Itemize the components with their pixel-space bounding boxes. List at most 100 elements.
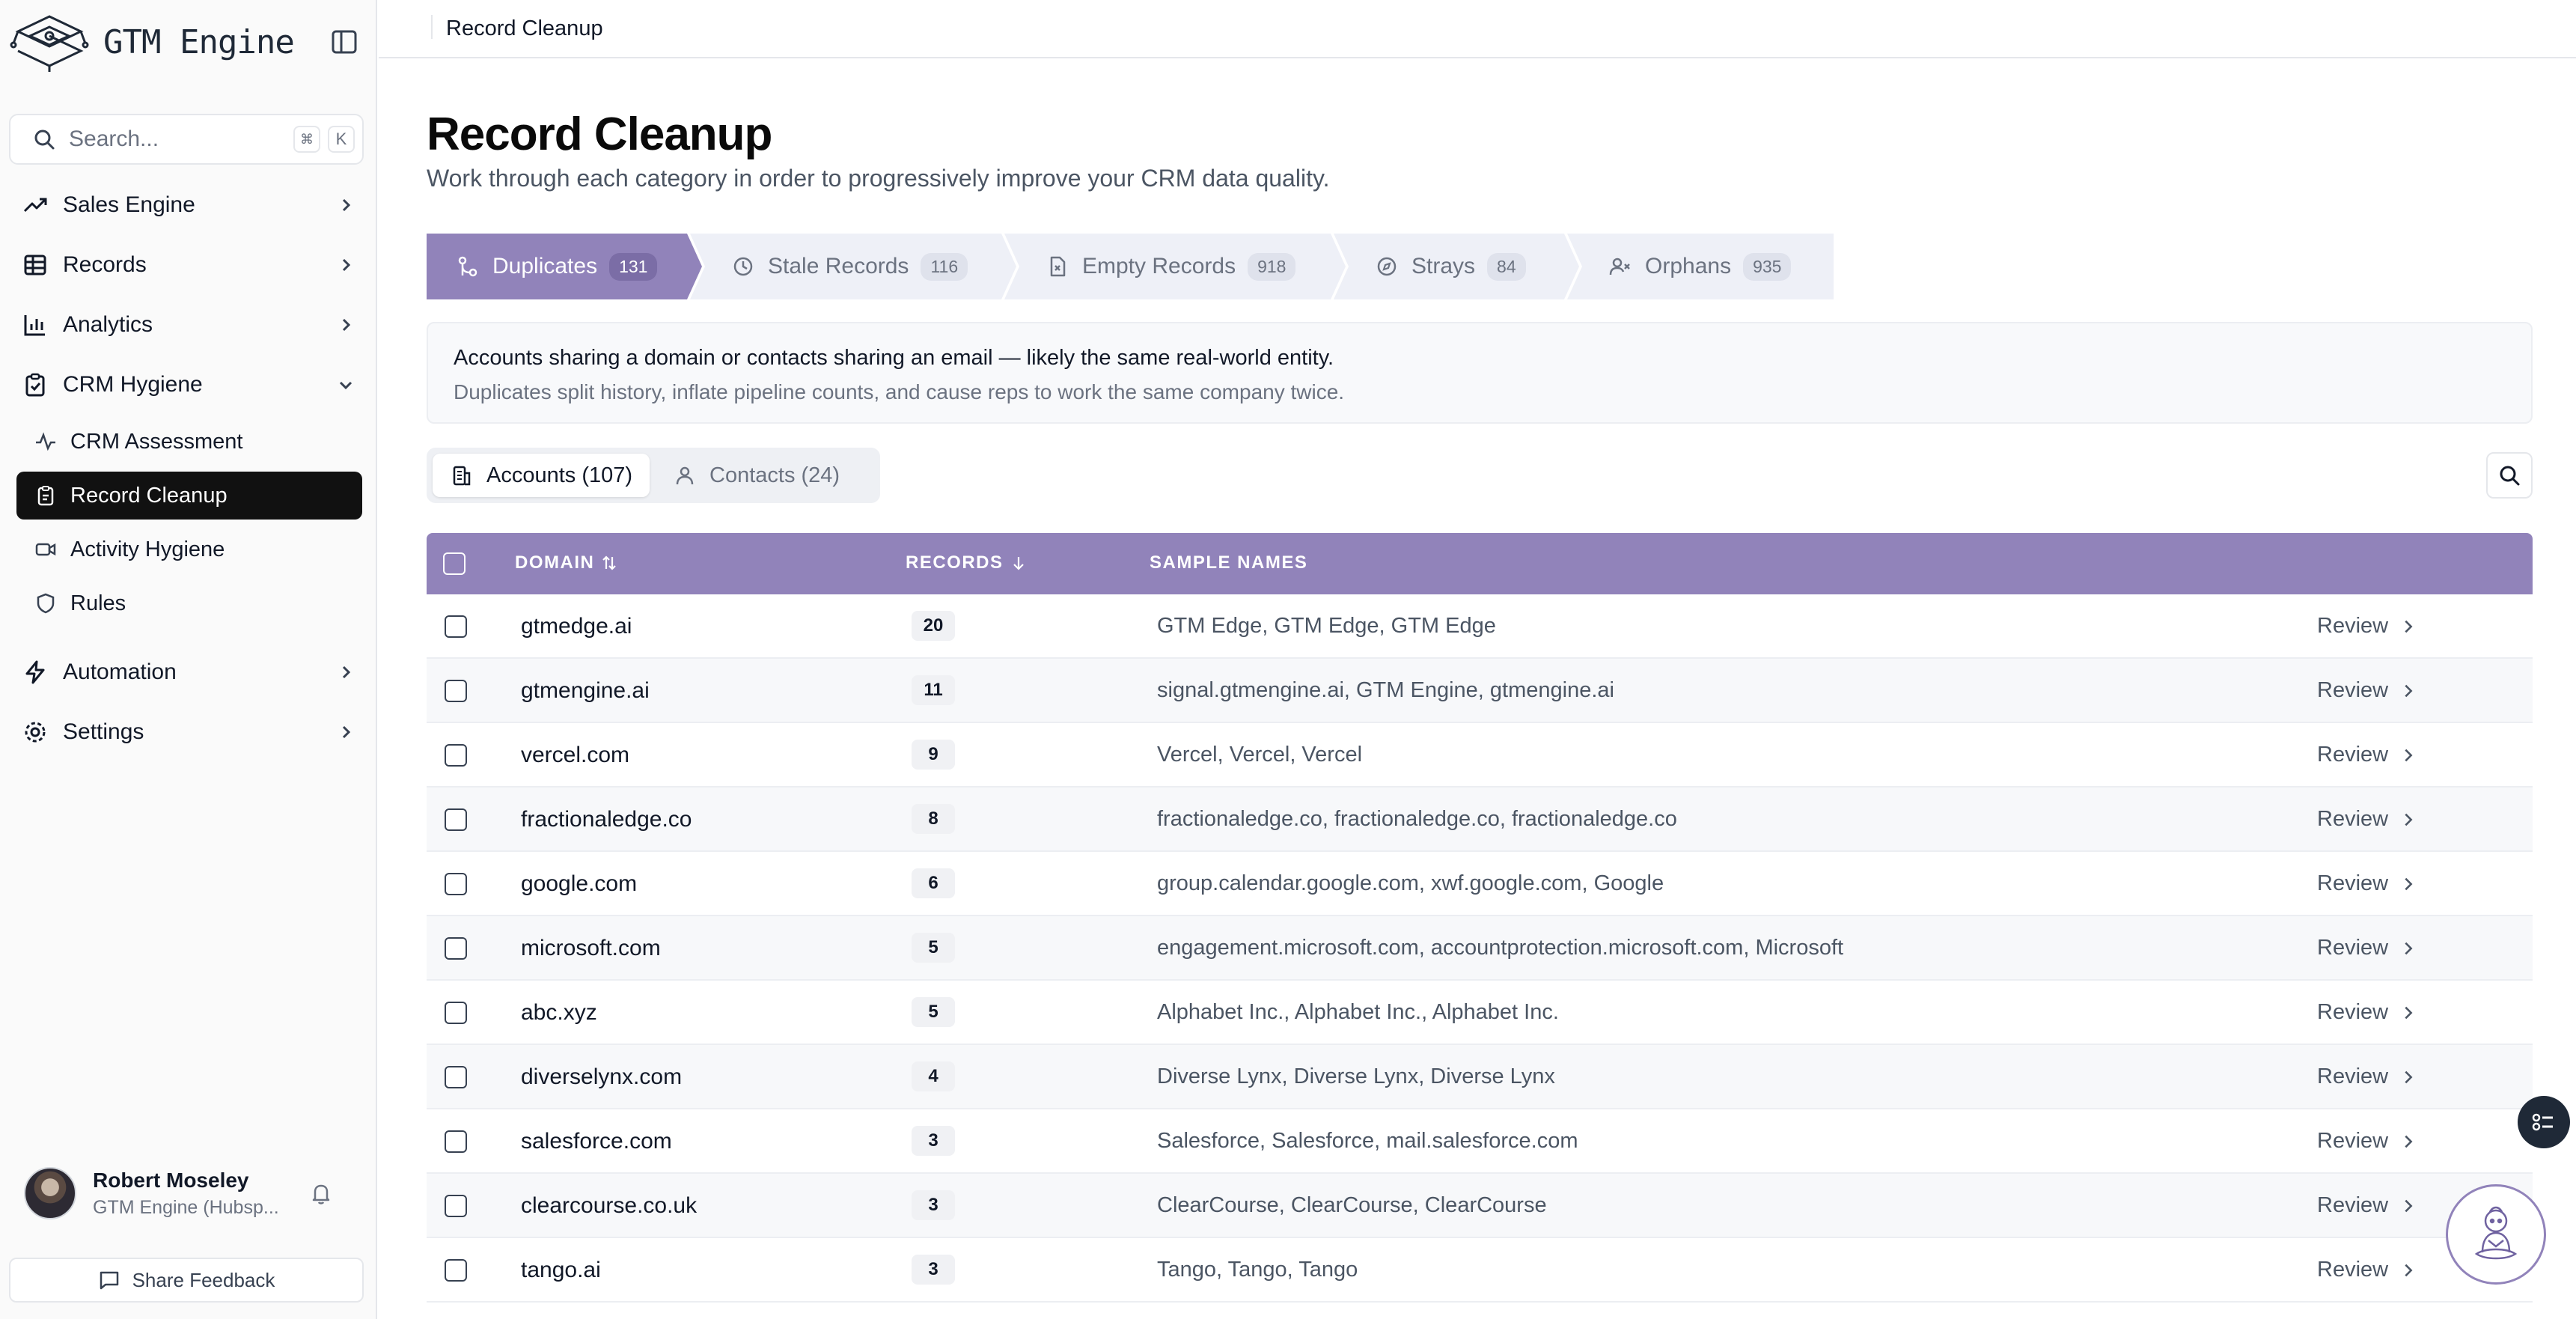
step-count: 935 — [1743, 252, 1792, 281]
table-row[interactable]: gtmedge.ai 20 GTM Edge, GTM Edge, GTM Ed… — [427, 594, 2533, 659]
brand[interactable]: GTM Engine — [9, 12, 295, 72]
brain-circuit-icon — [10, 15, 89, 72]
share-feedback-button[interactable]: Share Feedback — [9, 1258, 364, 1303]
step-duplicates[interactable]: Duplicates 131 — [427, 234, 702, 299]
review-label: Review — [2317, 1064, 2389, 1088]
table-row[interactable]: vercel.com 9 Vercel, Vercel, Vercel Revi… — [427, 723, 2533, 788]
sidebar-toggle-icon[interactable] — [329, 28, 359, 55]
sidebar-item-analytics[interactable]: Analytics — [16, 301, 361, 349]
page-title: Record Cleanup — [427, 109, 772, 160]
activity-icon — [36, 432, 55, 451]
sidebar-item-label: Activity Hygiene — [70, 537, 225, 561]
row-checkbox[interactable] — [445, 1259, 467, 1282]
step-empty-records[interactable]: Empty Records 918 — [1004, 234, 1346, 299]
tab-contacts[interactable]: Contacts (24) — [656, 454, 873, 497]
row-checkbox[interactable] — [445, 680, 467, 702]
row-domain: diverselynx.com — [521, 1064, 683, 1089]
user-profile[interactable]: Robert Moseley GTM Engine (Hubsp... — [9, 1157, 364, 1229]
trending-up-icon — [23, 198, 47, 213]
chevron-right-icon — [2405, 1264, 2413, 1276]
table-row[interactable]: fractionaledge.co 8 fractionaledge.co, f… — [427, 788, 2533, 852]
column-header-sample-names: SAMPLE NAMES — [1150, 552, 1307, 573]
table-row[interactable]: microsoft.com 5 engagement.microsoft.com… — [427, 916, 2533, 981]
row-record-count: 3 — [912, 1255, 955, 1285]
chevron-right-icon — [2405, 620, 2413, 633]
step-count: 84 — [1487, 252, 1526, 281]
review-button[interactable]: Review — [2317, 807, 2417, 832]
table-row[interactable]: abc.xyz 5 Alphabet Inc., Alphabet Inc., … — [427, 981, 2533, 1045]
tab-label: Contacts (24) — [709, 463, 840, 487]
row-sample-names: signal.gtmengine.ai, GTM Engine, gtmengi… — [1157, 678, 1614, 702]
row-sample-names: Diverse Lynx, Diverse Lynx, Diverse Lynx — [1157, 1064, 1555, 1088]
table-row[interactable]: gtmengine.ai 11 signal.gtmengine.ai, GTM… — [427, 659, 2533, 723]
row-checkbox[interactable] — [445, 1195, 467, 1217]
sidebar-item-record-cleanup[interactable]: Record Cleanup — [16, 472, 362, 520]
app-root: GTM Engine Search... ⌘ K Sales Engine Re — [0, 0, 2576, 1319]
review-button[interactable]: Review — [2317, 1258, 2417, 1282]
list-icon — [2532, 1113, 2553, 1131]
chevron-right-icon — [2405, 1070, 2413, 1083]
review-button[interactable]: Review — [2317, 1000, 2417, 1025]
row-domain: gtmedge.ai — [521, 614, 632, 639]
review-button[interactable]: Review — [2317, 1064, 2417, 1089]
row-checkbox[interactable] — [445, 1066, 467, 1088]
row-checkbox[interactable] — [445, 808, 467, 831]
assistant-button[interactable] — [2446, 1184, 2546, 1285]
row-record-count: 8 — [912, 804, 955, 834]
review-label: Review — [2317, 936, 2389, 960]
sidebar-item-sales-engine[interactable]: Sales Engine — [16, 181, 361, 229]
review-button[interactable]: Review — [2317, 678, 2417, 703]
review-label: Review — [2317, 678, 2389, 702]
kbd-k: K — [328, 126, 355, 153]
column-header-records[interactable]: RECORDS — [906, 552, 1028, 573]
table-row[interactable]: google.com 6 group.calendar.google.com, … — [427, 852, 2533, 916]
bell-icon[interactable] — [308, 1181, 334, 1206]
chevron-down-icon — [339, 381, 352, 390]
row-checkbox[interactable] — [445, 744, 467, 767]
table-search-button[interactable] — [2486, 452, 2533, 499]
table-row[interactable]: clearcourse.co.uk 3 ClearCourse, ClearCo… — [427, 1174, 2533, 1238]
chevron-right-icon — [2405, 1135, 2413, 1148]
review-button[interactable]: Review — [2317, 614, 2417, 639]
tab-accounts[interactable]: Accounts (107) — [433, 454, 650, 497]
review-button[interactable]: Review — [2317, 743, 2417, 767]
sidebar-item-rules[interactable]: Rules — [16, 579, 362, 627]
step-orphans[interactable]: Orphans 935 — [1567, 234, 1834, 299]
step-strays[interactable]: Strays 84 — [1334, 234, 1579, 299]
sidebar-item-label: Rules — [70, 591, 126, 615]
table-row[interactable]: tango.ai 3 Tango, Tango, Tango Review — [427, 1238, 2533, 1303]
review-button[interactable]: Review — [2317, 871, 2417, 896]
review-button[interactable]: Review — [2317, 936, 2417, 960]
sidebar-item-automation[interactable]: Automation — [16, 648, 361, 696]
row-checkbox[interactable] — [445, 873, 467, 895]
column-header-domain[interactable]: DOMAIN — [515, 552, 618, 573]
review-button[interactable]: Review — [2317, 1193, 2417, 1218]
sidebar-item-crm-assessment[interactable]: CRM Assessment — [16, 418, 362, 466]
step-stale-records[interactable]: Stale Records 116 — [690, 234, 1016, 299]
row-checkbox[interactable] — [445, 1002, 467, 1024]
sidebar-item-records[interactable]: Records — [16, 241, 361, 289]
row-record-count: 5 — [912, 997, 955, 1027]
task-list-button[interactable] — [2518, 1096, 2570, 1148]
file-x-icon — [1050, 256, 1066, 277]
sidebar-item-activity-hygiene[interactable]: Activity Hygiene — [16, 526, 362, 573]
review-button[interactable]: Review — [2317, 1129, 2417, 1154]
sidebar-item-label: Analytics — [63, 312, 153, 337]
step-label: Strays — [1411, 254, 1476, 278]
step-label: Stale Records — [768, 254, 909, 278]
sidebar-item-crm-hygiene[interactable]: CRM Hygiene — [16, 361, 361, 409]
table-row[interactable]: salesforce.com 3 Salesforce, Salesforce,… — [427, 1109, 2533, 1174]
search-box[interactable]: Search... ⌘ K — [9, 114, 364, 165]
row-checkbox[interactable] — [445, 1130, 467, 1153]
select-all-checkbox[interactable] — [443, 552, 466, 575]
breadcrumb: Record Cleanup — [446, 16, 603, 40]
zap-icon — [25, 660, 45, 684]
table-row[interactable]: diverselynx.com 4 Diverse Lynx, Diverse … — [427, 1045, 2533, 1109]
chevron-right-icon — [2405, 684, 2413, 697]
row-domain: clearcourse.co.uk — [521, 1193, 698, 1218]
row-checkbox[interactable] — [445, 615, 467, 638]
row-checkbox[interactable] — [445, 937, 467, 960]
sidebar-item-label: Sales Engine — [63, 192, 195, 217]
sidebar-item-settings[interactable]: Settings — [16, 708, 361, 756]
user-x-icon — [1609, 258, 1630, 275]
